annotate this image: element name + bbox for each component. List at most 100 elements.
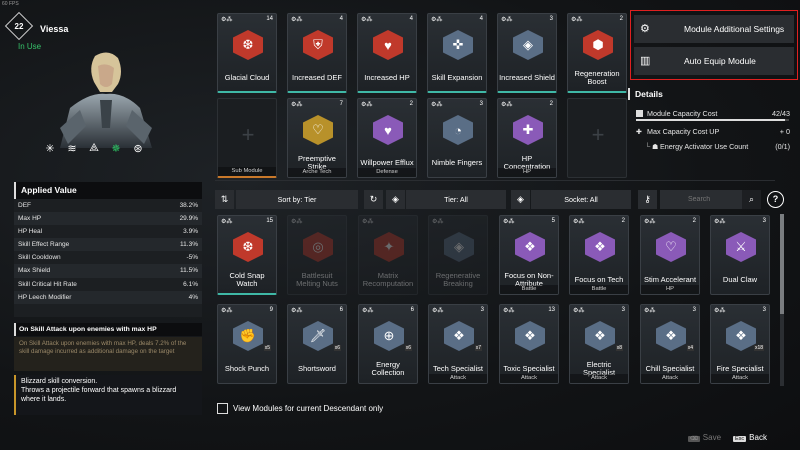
slot-header: ⚙⁂ 6 bbox=[291, 307, 343, 315]
gear-icon: ⚙ bbox=[640, 23, 650, 35]
back-button[interactable]: Esc Back bbox=[733, 433, 767, 442]
inventory-module[interactable]: ⚙⁂ ◎ Battlesuit Melting Nuts bbox=[287, 215, 347, 295]
screen: 60 FPS 22 Viessa In Use ✳ ≋ ⟁ ✵ ⊛ Applie… bbox=[0, 0, 800, 450]
capacity-cost: 15 bbox=[266, 218, 273, 224]
equipped-slot[interactable]: ⚙⁂ 4 ⛨ Increased DEF bbox=[287, 13, 347, 93]
inventory-module[interactable]: ⚙⁂ 3 ❖ x18 Fire Specialist Attack bbox=[710, 304, 770, 384]
slot-header: ⚙⁂ 2 bbox=[501, 101, 553, 109]
plus-icon: ✚ bbox=[636, 127, 643, 136]
capacity-cost: 3 bbox=[480, 307, 484, 313]
module-icon: ◈ bbox=[511, 30, 545, 60]
inventory-module[interactable]: ⚙⁂ 3 ❖ x8 Electric Specialist Attack bbox=[569, 304, 629, 384]
module-icon: ◎ bbox=[301, 232, 335, 262]
module-settings-button[interactable]: ⚙ Module Additional Settings bbox=[634, 15, 794, 43]
save-button[interactable]: ⌫ Save bbox=[688, 433, 721, 442]
equipped-slot[interactable]: ⚙⁂ 4 ♥ Increased HP bbox=[357, 13, 417, 93]
bar-chart-icon: ▥ bbox=[640, 55, 651, 67]
equipped-slot[interactable]: ⚙⁂ 3 ◔ Nimble Fingers bbox=[427, 98, 487, 178]
wave-icon[interactable]: ≋ bbox=[64, 140, 80, 156]
equipped-slot[interactable]: ⚙⁂ 7 ♡ Preemptive Strike Arche Tech bbox=[287, 98, 347, 178]
help-icon[interactable]: ? bbox=[767, 191, 784, 208]
equipped-slot[interactable]: ⚙⁂ 3 ◈ Increased Shield bbox=[497, 13, 557, 93]
orbit-icon[interactable]: ⊛ bbox=[130, 140, 146, 156]
equipped-slot[interactable]: + bbox=[567, 98, 627, 178]
sort-dropdown[interactable]: Sort by: Tier bbox=[236, 190, 358, 209]
capacity-cost: 2 bbox=[549, 101, 553, 107]
socket-type-icon: ⚙⁂ bbox=[573, 308, 585, 314]
key-icon[interactable]: ⚷ bbox=[638, 190, 657, 209]
scrollbar-thumb[interactable] bbox=[780, 214, 784, 314]
stat-value: 11.3% bbox=[180, 241, 198, 249]
module-glyph: ❖ bbox=[515, 232, 545, 262]
search-icon[interactable]: ⌕ bbox=[742, 190, 761, 209]
slot-header: ⚙⁂ 3 bbox=[432, 307, 484, 315]
inventory-scrollbar[interactable] bbox=[780, 214, 784, 386]
capacity-cost: 4 bbox=[479, 16, 483, 22]
capacity-cost: 3 bbox=[762, 218, 766, 224]
inventory-module[interactable]: ⚙⁂ 6 🗡 x6 Shortsword bbox=[287, 304, 347, 384]
equipped-slot[interactable]: ⚙⁂ 2 ⬢ Regeneration Boost bbox=[567, 13, 627, 93]
capacity-cost: 9 bbox=[269, 307, 273, 313]
capacity-cost: 4 bbox=[339, 16, 343, 22]
module-type: Attack bbox=[570, 374, 628, 383]
back-label: Back bbox=[749, 433, 767, 442]
socket-layers-icon[interactable]: ◈ bbox=[511, 190, 530, 209]
inventory-module[interactable]: ⚙⁂ 13 ❖ Toxic Specialist Attack bbox=[499, 304, 559, 384]
module-icon: ♡ bbox=[654, 232, 688, 262]
equipped-slot[interactable]: + Sub Module bbox=[217, 98, 277, 178]
inventory-module[interactable]: ⚙⁂ 3 ❖ x7 Tech Specialist Attack bbox=[428, 304, 488, 384]
capacity-cost: 3 bbox=[479, 101, 483, 107]
effect-description: On Skill Attack upon enemies with max HP… bbox=[14, 337, 202, 371]
stat-label: Skill Effect Range bbox=[18, 241, 70, 249]
sort-icon[interactable]: ⇅ bbox=[215, 190, 234, 209]
applied-value-row: Skill Critical Hit Rate 6.1% bbox=[14, 277, 202, 291]
slot-header: ⚙⁂ 6 bbox=[362, 307, 414, 315]
inventory-module[interactable]: ⚙⁂ 9 ✊ x5 Shock Punch bbox=[217, 304, 277, 384]
blizzard-icon[interactable]: ✵ bbox=[108, 140, 124, 156]
stack-count: x4 bbox=[686, 345, 694, 351]
inventory-module[interactable]: ⚙⁂ 15 ❆ Cold Snap Watch bbox=[217, 215, 277, 295]
equipped-slot[interactable]: ⚙⁂ 2 ♥ Willpower Efflux Defense bbox=[357, 98, 417, 178]
ice-spike-icon[interactable]: ⟁ bbox=[86, 140, 102, 156]
plus-icon: + bbox=[241, 122, 255, 147]
tier-layers-icon[interactable]: ◈ bbox=[386, 190, 405, 209]
inventory-module[interactable]: ⚙⁂ ✦ Matrix Recomputation bbox=[358, 215, 418, 295]
search-input[interactable] bbox=[660, 190, 742, 209]
applied-value-row: Skill Cooldown -5% bbox=[14, 251, 202, 265]
tier-dropdown[interactable]: Tier: All bbox=[406, 190, 506, 209]
descendant-filter-checkbox[interactable] bbox=[217, 403, 228, 414]
inventory-module[interactable]: ⚙⁂ 5 ❖ Focus on Non-Attribute Battle bbox=[499, 215, 559, 295]
auto-equip-button[interactable]: ▥ Auto Equip Module bbox=[634, 47, 794, 75]
equipped-slot[interactable]: ⚙⁂ 4 ✜ Skill Expansion bbox=[427, 13, 487, 93]
module-type: HP bbox=[641, 285, 699, 294]
module-settings-label: Module Additional Settings bbox=[684, 24, 785, 34]
inventory-module[interactable]: ⚙⁂ ◈ Regenerative Breaking bbox=[428, 215, 488, 295]
energy-activator-icon: ☗ bbox=[652, 142, 659, 151]
refresh-icon[interactable]: ↻ bbox=[364, 190, 383, 209]
snowflake-icon[interactable]: ✳ bbox=[42, 140, 58, 156]
stat-label: Skill Cooldown bbox=[18, 254, 61, 262]
inventory-module[interactable]: ⚙⁂ 3 ❖ x4 Chill Specialist Attack bbox=[640, 304, 700, 384]
stack-count: x5 bbox=[263, 345, 271, 351]
socket-type-icon: ⚙⁂ bbox=[503, 219, 515, 225]
module-glyph: ❆ bbox=[233, 232, 263, 262]
inventory-module[interactable]: ⚙⁂ 3 ⚔ Dual Claw bbox=[710, 215, 770, 295]
socket-dropdown[interactable]: Socket: All bbox=[531, 190, 631, 209]
capacity-cost: 13 bbox=[548, 307, 555, 313]
module-type: Battle bbox=[570, 285, 628, 294]
module-type: Attack bbox=[711, 374, 769, 383]
socket-type-icon: ⚙⁂ bbox=[644, 308, 656, 314]
inventory-module[interactable]: ⚙⁂ 2 ❖ Focus on Tech Battle bbox=[569, 215, 629, 295]
slot-header: ⚙⁂ 15 bbox=[221, 218, 273, 226]
module-glyph: ✚ bbox=[513, 115, 543, 145]
equipped-slot[interactable]: ⚙⁂ 14 ❆ Glacial Cloud bbox=[217, 13, 277, 93]
socket-type-icon: ⚙⁂ bbox=[501, 102, 513, 108]
equipped-slot[interactable]: ⚙⁂ 2 ✚ HP Concentration HP bbox=[497, 98, 557, 178]
socket-type-icon: ⚙⁂ bbox=[503, 308, 515, 314]
esc-key-icon: Esc bbox=[733, 436, 747, 442]
inventory-module[interactable]: ⚙⁂ 6 ⊕ x6 Energy Collection bbox=[358, 304, 418, 384]
inventory-module[interactable]: ⚙⁂ 2 ♡ Stim Accelerant HP bbox=[640, 215, 700, 295]
status-text: In Use bbox=[18, 42, 42, 51]
socket-type-icon: ⚙⁂ bbox=[361, 17, 373, 23]
stat-value: 4% bbox=[188, 293, 198, 301]
